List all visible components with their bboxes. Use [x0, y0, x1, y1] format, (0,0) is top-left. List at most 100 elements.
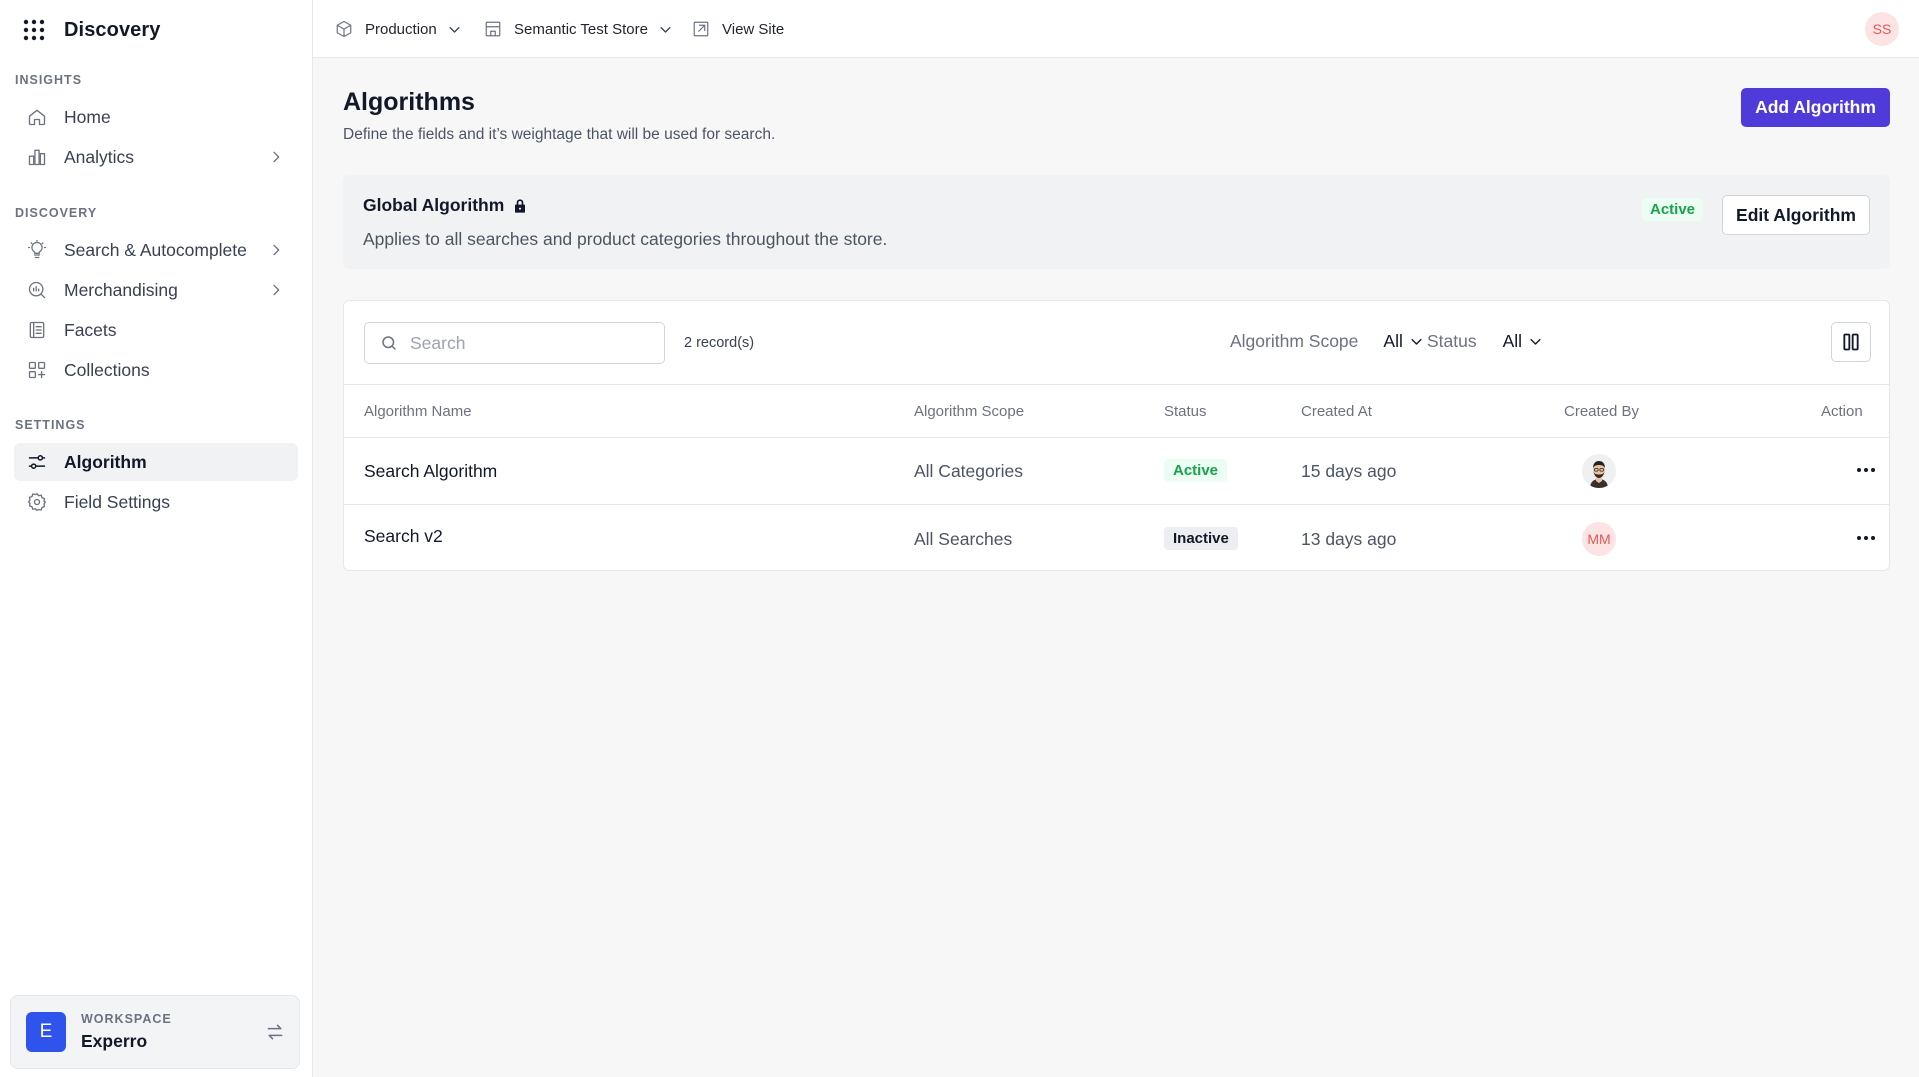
global-algorithm-card: Global Algorithm Applies to all searches… [343, 175, 1890, 269]
environment-selector[interactable]: Production [335, 17, 462, 41]
chevron-right-icon [273, 284, 280, 296]
sidebar-item-algorithm[interactable]: Algorithm [14, 443, 298, 481]
algorithms-table-card: 2 record(s) Algorithm Scope All Status A… [343, 300, 1890, 571]
topbar: Production Semantic Test Store View Site… [313, 0, 1919, 58]
sidebar-item-label: Analytics [64, 146, 135, 167]
columns-icon [1843, 333, 1859, 351]
creator-avatar [1582, 454, 1616, 488]
sidebar-item-label: Facets [64, 319, 117, 340]
sidebar-item-home[interactable]: Home [14, 98, 298, 136]
section-label-settings: SETTINGS [15, 418, 86, 432]
sidebar-item-merchandising[interactable]: Merchandising [14, 271, 298, 309]
brand: Discovery [22, 16, 161, 44]
algorithm-scope-filter: Algorithm Scope All [1230, 331, 1424, 352]
algorithm-scope: All Searches [914, 529, 1013, 549]
table-row[interactable]: Search v2 All Searches Inactive 13 days … [344, 505, 1889, 572]
sidebar-item-label: Home [64, 106, 111, 127]
view-site-label: View Site [722, 20, 785, 38]
collections-icon [28, 361, 46, 379]
workspace-switcher[interactable]: E WORKSPACE Experro [10, 995, 300, 1069]
store-icon [485, 21, 501, 37]
add-algorithm-button[interactable]: Add Algorithm [1741, 88, 1890, 127]
status-badge: Active [1642, 198, 1704, 221]
lightbulb-icon [28, 240, 46, 259]
lock-icon [515, 198, 526, 213]
external-link-icon [693, 21, 709, 37]
sliders-icon [28, 455, 46, 469]
algorithm-scope: All Categories [914, 461, 1023, 481]
algorithm-name[interactable]: Search Algorithm [364, 461, 497, 482]
status-filter: Status All [1427, 331, 1543, 352]
merchandising-icon [28, 281, 46, 299]
search-field[interactable] [364, 322, 665, 364]
chevron-down-icon [1411, 338, 1422, 345]
user-avatar[interactable]: SS [1865, 12, 1899, 46]
cube-icon [336, 20, 352, 38]
global-algorithm-title: Global Algorithm [363, 195, 505, 215]
status-badge: Inactive [1164, 527, 1238, 550]
sidebar-item-search-autocomplete[interactable]: Search & Autocomplete [14, 231, 298, 269]
analytics-icon [28, 149, 46, 166]
swap-icon[interactable] [265, 1022, 285, 1042]
column-header: Action [1821, 403, 1863, 420]
sidebar-item-analytics[interactable]: Analytics [14, 138, 298, 176]
edit-algorithm-button[interactable]: Edit Algorithm [1722, 195, 1870, 235]
gear-icon [28, 493, 46, 511]
view-site-link[interactable]: View Site [692, 17, 784, 41]
store-selector[interactable]: Semantic Test Store [484, 17, 673, 41]
table-header: Algorithm Name Algorithm Scope Status Cr… [344, 384, 1889, 438]
sidebar-item-field-settings[interactable]: Field Settings [14, 483, 298, 521]
table-row[interactable]: Search Algorithm All Categories Active 1… [344, 438, 1889, 505]
chevron-right-icon [273, 151, 280, 163]
workspace-label: WORKSPACE [81, 1012, 172, 1026]
sidebar-item-label: Search & Autocomplete [64, 239, 247, 260]
global-algorithm-title-row: Global Algorithm [363, 195, 528, 216]
app-grid-icon[interactable] [22, 18, 46, 42]
more-actions-icon[interactable] [1854, 458, 1878, 482]
page-title: Algorithms [343, 88, 475, 116]
sidebar: Discovery INSIGHTS Home Analytics DISCOV… [0, 0, 313, 1077]
chevron-right-icon [273, 244, 280, 256]
created-at: 13 days ago [1301, 529, 1397, 549]
sidebar-item-label: Algorithm [64, 451, 147, 472]
person-photo-icon [1582, 454, 1616, 488]
chevron-down-icon [449, 26, 460, 33]
sidebar-item-facets[interactable]: Facets [14, 311, 298, 349]
section-label-insights: INSIGHTS [15, 73, 83, 87]
page-subtitle: Define the fields and it’s weightage tha… [343, 126, 776, 143]
column-settings-button[interactable] [1831, 322, 1871, 362]
column-header: Status [1164, 403, 1207, 420]
workspace-info: WORKSPACE Experro [81, 1012, 172, 1052]
chevron-down-icon [660, 26, 671, 33]
column-header: Algorithm Name [364, 403, 472, 420]
sidebar-item-label: Merchandising [64, 279, 178, 300]
filter-label: Status [1427, 331, 1477, 351]
column-header: Created By [1564, 403, 1640, 420]
filter-label: Algorithm Scope [1230, 331, 1359, 351]
store-label: Semantic Test Store [514, 20, 648, 38]
created-at: 15 days ago [1301, 461, 1397, 481]
status-dropdown[interactable]: All [1503, 331, 1543, 352]
filter-value: All [1383, 331, 1403, 351]
algorithm-name[interactable]: Search v2 [364, 526, 443, 547]
search-icon [382, 336, 396, 350]
workspace-avatar: E [26, 1012, 66, 1052]
global-algorithm-description: Applies to all searches and product cate… [363, 229, 888, 249]
app-name: Discovery [64, 18, 161, 41]
status-badge: Active [1164, 459, 1228, 482]
environment-label: Production [365, 20, 437, 38]
sidebar-item-collections[interactable]: Collections [14, 351, 298, 389]
column-header: Algorithm Scope [914, 403, 1025, 420]
algorithm-scope-dropdown[interactable]: All [1383, 331, 1423, 352]
sidebar-item-label: Collections [64, 359, 150, 380]
creator-avatar: MM [1582, 522, 1616, 556]
section-label-discovery: DISCOVERY [15, 206, 98, 220]
workspace-name: Experro [81, 1031, 148, 1051]
record-count: 2 record(s) [684, 335, 755, 351]
more-actions-icon[interactable] [1854, 526, 1878, 550]
home-icon [28, 109, 46, 126]
sidebar-item-label: Field Settings [64, 491, 171, 512]
column-header: Created At [1301, 403, 1372, 420]
chevron-down-icon [1530, 338, 1541, 345]
search-input[interactable] [410, 332, 650, 354]
